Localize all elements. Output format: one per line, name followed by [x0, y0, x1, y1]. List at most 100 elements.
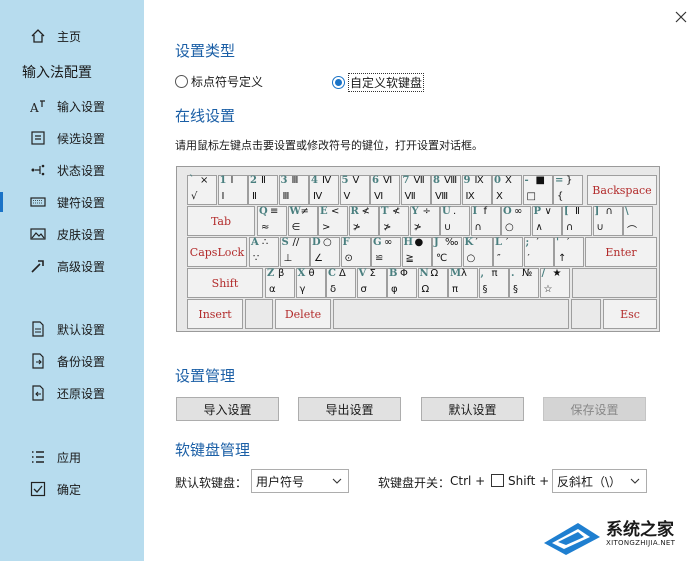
keyboard-key[interactable]: ; ′ ′	[523, 237, 554, 267]
radio-custom-keyboard[interactable]: 自定义软键盘	[332, 73, 425, 92]
keyboard-key[interactable]: 4ⅣⅣ	[309, 175, 339, 205]
keyboard-key[interactable]: W ≠ ∈	[287, 206, 318, 236]
radio-circle[interactable]	[175, 75, 188, 88]
shift-checkbox[interactable]	[491, 474, 504, 487]
keyboard-key[interactable]: T ≮ ≯	[379, 206, 409, 236]
blank-key[interactable]	[571, 299, 601, 329]
keyboard-key[interactable]: H ● ≧	[401, 237, 432, 267]
keyboard-key[interactable]: A ∴ ∵	[249, 237, 279, 267]
management-title: 设置管理	[175, 367, 236, 385]
key-upper-symbol: Ⅵ	[383, 175, 393, 186]
esc-key[interactable]: Esc	[603, 299, 657, 329]
sidebar-item-home[interactable]: 主页	[0, 22, 144, 50]
default-button[interactable]: 默认设置	[421, 397, 524, 421]
keyboard-key[interactable]: 2ⅡⅡ	[248, 175, 278, 205]
image-icon	[30, 226, 46, 242]
keyboard-key[interactable]: Q ≡ ≈	[257, 206, 287, 236]
key-code: X	[297, 268, 306, 279]
keyboard-key[interactable]: 3ⅢⅢ	[278, 175, 309, 205]
keyboard-key[interactable]: P ∨ ∧	[531, 206, 562, 236]
keyboard-key[interactable]: 7ⅦⅦ	[400, 175, 431, 205]
sidebar-item-status[interactable]: 状态设置	[0, 156, 144, 184]
sidebar-item-candidate[interactable]: 候选设置	[0, 124, 144, 152]
keyboard-key[interactable]: - ■ □	[522, 175, 553, 205]
capslock-key[interactable]: CapsLock	[187, 237, 247, 267]
key-lower-symbol: Ω	[421, 284, 430, 295]
radio-circle[interactable]	[332, 76, 345, 89]
keyboard-key[interactable]: J ‰ ℃	[432, 237, 462, 267]
keyboard-key[interactable]: F ⊙	[340, 237, 371, 267]
keyboard-key[interactable]: Zβα	[265, 268, 295, 298]
keyboard-key[interactable]: 5ⅤⅤ	[339, 175, 370, 205]
shift-key[interactable]: Shift	[187, 268, 263, 298]
keyboard-key[interactable]: D ○ ∠	[310, 237, 340, 267]
keyboard-key[interactable]: BΦφ	[387, 268, 417, 298]
keyboard-key[interactable]: U. ∪	[440, 206, 470, 236]
keyboard-key[interactable]: NΩΩ	[417, 268, 448, 298]
import-button[interactable]: 导入设置	[176, 397, 279, 421]
keyboard-key[interactable]: S// ⊥	[279, 237, 310, 267]
key-code: 2	[250, 175, 257, 186]
keyboard-key[interactable]: 1ⅠⅠ	[217, 175, 248, 205]
close-icon[interactable]	[672, 8, 690, 26]
sidebar-item-default[interactable]: 默认设置	[0, 315, 144, 343]
key-lower-symbol: δ	[330, 284, 337, 295]
keyboard-key[interactable]: / ★ ☆	[539, 268, 570, 298]
keyboard-key[interactable]: ] ∩ ∪	[592, 206, 623, 236]
keyboard-key[interactable]: 6ⅥⅥ	[370, 175, 400, 205]
keyboard-key[interactable]: 9ⅨⅨ	[461, 175, 492, 205]
key-lower-symbol: φ	[391, 284, 398, 295]
blank-key[interactable]	[245, 299, 273, 329]
keyboard-key[interactable]: . № §	[509, 268, 539, 298]
sidebar-item-backup[interactable]: 备份设置	[0, 347, 144, 375]
keyboard-key[interactable]: ` × √	[187, 175, 217, 205]
keyboard-key[interactable]: =}{	[553, 175, 583, 205]
enter-key[interactable]: Enter	[585, 237, 657, 267]
keyboard-key[interactable]: [Ⅱ ∩	[562, 206, 592, 236]
sidebar-item-restore[interactable]: 还原设置	[0, 379, 144, 407]
keyboard-key[interactable]: Xθγ	[295, 268, 326, 298]
keyboard-icon	[30, 194, 46, 210]
key-upper-symbol: ′	[506, 237, 509, 248]
sidebar-item-keyboard[interactable]: 键符设置	[0, 188, 144, 216]
keyboard-key[interactable]: O ∞ ○	[501, 206, 531, 236]
keyboard-key[interactable]: 8ⅧⅧ	[431, 175, 461, 205]
sidebar: 主页 输入法配置 A 输入设置 候选设置 状态设置 键符设置 皮肤设置 高级设置…	[0, 0, 144, 561]
sidebar-item-ok[interactable]: 确定	[0, 475, 144, 503]
export-button[interactable]: 导出设置	[298, 397, 401, 421]
key-upper-symbol: ′	[567, 237, 570, 248]
key-upper-symbol: f	[483, 206, 488, 217]
keyboard-key[interactable]: ' ′ ↑	[554, 237, 584, 267]
sidebar-item-input-settings[interactable]: A 输入设置	[0, 92, 144, 120]
sidebar-item-advanced[interactable]: 高级设置	[0, 252, 144, 280]
keyboard-key[interactable]: Mλπ	[448, 268, 478, 298]
sidebar-item-label: 确定	[57, 482, 82, 497]
key-lower-symbol: Ⅸ	[465, 191, 475, 202]
space-key[interactable]	[333, 299, 569, 329]
key-lower-symbol: ″	[497, 253, 501, 264]
keyboard-key[interactable]: R ≮ ≯	[348, 206, 379, 236]
keyboard-key[interactable]: \ ⌒	[623, 206, 653, 237]
toggle-key-select[interactable]: 反斜杠（\）	[552, 469, 647, 493]
keyboard-key[interactable]: L ′ ″	[493, 237, 523, 267]
keyboard-key[interactable]: Y ÷ ≯	[409, 206, 440, 236]
keyboard-key[interactable]: G ∞ ≌	[371, 237, 401, 267]
keyboard-key[interactable]: CΔδ	[326, 268, 356, 298]
tab-key[interactable]: Tab	[187, 206, 255, 236]
keyboard-key[interactable]: VΣσ	[356, 268, 387, 298]
save-button[interactable]: 保存设置	[543, 397, 646, 421]
backspace-key[interactable]: Backspace	[587, 175, 657, 205]
insert-key[interactable]: Insert	[187, 299, 243, 329]
delete-key[interactable]: Delete	[275, 299, 331, 329]
keyboard-key[interactable]: K ′ ○	[462, 237, 493, 267]
right-shift-key[interactable]	[572, 268, 657, 298]
keyboard-key[interactable]: 0ⅩⅩ	[492, 175, 522, 205]
sidebar-item-apply[interactable]: 应用	[0, 443, 144, 471]
keyboard-key[interactable]: , π §	[478, 268, 509, 298]
sidebar-item-skin[interactable]: 皮肤设置	[0, 220, 144, 248]
keyboard-key[interactable]: E < >	[318, 206, 348, 236]
radio-punctuation[interactable]: 标点符号定义	[175, 73, 263, 90]
keyboard-key[interactable]: If ∩	[470, 206, 501, 236]
default-keyboard-select[interactable]: 用户符号	[251, 469, 349, 493]
key-lower-symbol: Ⅷ	[435, 191, 449, 202]
